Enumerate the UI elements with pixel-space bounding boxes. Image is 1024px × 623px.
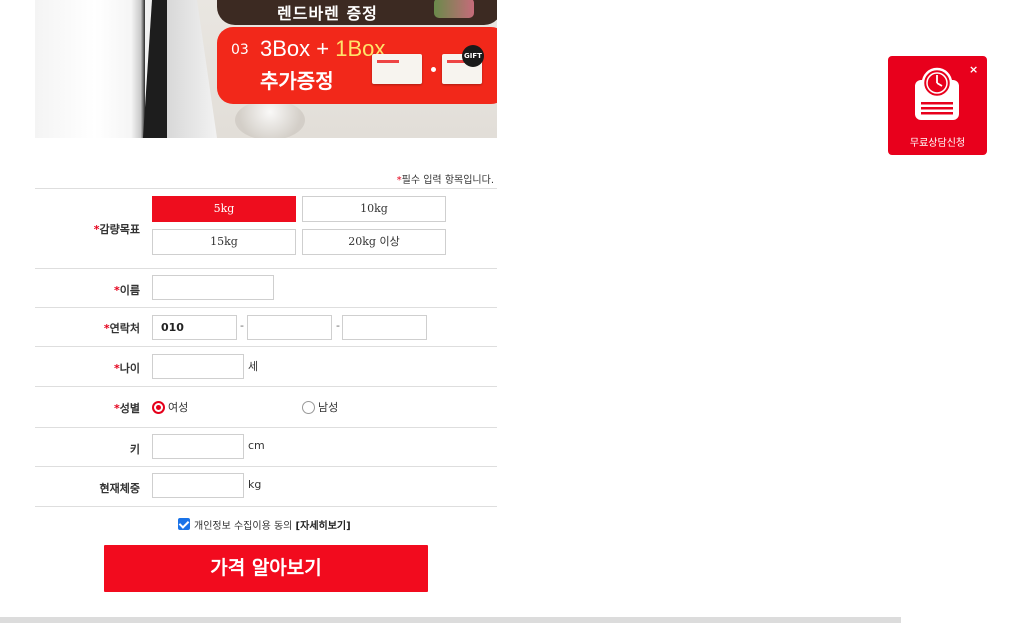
goal-label-text: 감량목표: [99, 223, 140, 236]
banner-item-number: 03: [231, 42, 249, 58]
phone-separator: -: [240, 319, 244, 332]
plus-dot: [431, 67, 436, 72]
coat-fold: [131, 0, 145, 138]
name-input[interactable]: [152, 275, 274, 300]
offer-headline-main: 3Box +: [260, 36, 336, 61]
age-input[interactable]: [152, 354, 244, 379]
product-thumbnail: [434, 0, 474, 18]
product-box-image: [372, 54, 422, 84]
phone-middle-input[interactable]: [247, 315, 332, 340]
privacy-consent-label: 개인정보 수집이용 동의: [194, 521, 296, 532]
free-consult-widget[interactable]: × 무료상담신청: [888, 56, 987, 155]
divider: [35, 506, 497, 507]
phone-label-text: 연락처: [109, 322, 140, 335]
gender-female-radio[interactable]: [152, 401, 165, 414]
gender-male-label[interactable]: 남성: [318, 399, 338, 415]
phone-separator: -: [336, 319, 340, 332]
goal-option-5kg[interactable]: 5kg: [152, 196, 296, 222]
gender-label: *성별: [35, 400, 140, 416]
banner-item-02-text: 렌드바렌 증정: [277, 4, 378, 23]
age-label-text: 나이: [119, 362, 140, 375]
weight-input[interactable]: [152, 473, 244, 498]
goal-option-20kg-plus[interactable]: 20kg 이상: [302, 229, 446, 255]
height-label: 키: [129, 443, 140, 456]
phone-last-input[interactable]: [342, 315, 427, 340]
divider: [35, 427, 497, 428]
goal-label: *감량목표: [35, 221, 140, 237]
gift-badge: GIFT: [462, 45, 484, 67]
age-label: *나이: [35, 360, 140, 376]
privacy-details-link[interactable]: [자세히보기]: [296, 521, 351, 532]
coat-side: [167, 0, 217, 138]
age-unit: 세: [248, 360, 259, 373]
privacy-consent-text: 개인정보 수집이용 동의 [자세히보기]: [194, 517, 351, 532]
height-unit: cm: [248, 439, 265, 452]
weight-unit: kg: [248, 478, 262, 491]
name-label: *이름: [35, 282, 140, 298]
banner-item-03: 03 3Box + 1Box 추가증정 GIFT: [217, 27, 497, 104]
privacy-consent-checkbox[interactable]: [178, 518, 190, 530]
check-price-button[interactable]: 가격 알아보기: [104, 545, 428, 592]
scale-clock-icon: [915, 67, 959, 120]
phone-label: *연락처: [35, 320, 140, 336]
offer-headline: 3Box + 1Box: [260, 36, 385, 62]
name-label-text: 이름: [119, 284, 140, 297]
gender-label-text: 성별: [119, 402, 140, 415]
divider: [35, 307, 497, 308]
promo-banner: 렌드바렌 증정 03 3Box + 1Box 추가증정 GIFT: [35, 0, 497, 138]
divider: [35, 386, 497, 387]
banner-item-02: 렌드바렌 증정: [217, 0, 497, 25]
footer-divider: [0, 617, 901, 623]
offer-subline: 추가증정: [260, 69, 334, 93]
goal-option-15kg[interactable]: 15kg: [152, 229, 296, 255]
divider: [35, 466, 497, 467]
gender-male-radio[interactable]: [302, 401, 315, 414]
divider: [35, 346, 497, 347]
goal-option-10kg[interactable]: 10kg: [302, 196, 446, 222]
free-consult-label: 무료상담신청: [909, 138, 966, 149]
decor-ball: [235, 100, 305, 138]
height-input[interactable]: [152, 434, 244, 459]
divider: [35, 188, 497, 189]
divider: [35, 268, 497, 269]
weight-label: 현재체중: [99, 482, 140, 495]
phone-prefix-input[interactable]: [152, 315, 237, 340]
required-note: *필수 입력 항목입니다.: [300, 171, 494, 186]
required-note-text: 필수 입력 항목입니다.: [401, 175, 494, 186]
close-icon[interactable]: ×: [969, 63, 978, 76]
gender-female-label[interactable]: 여성: [168, 399, 188, 415]
